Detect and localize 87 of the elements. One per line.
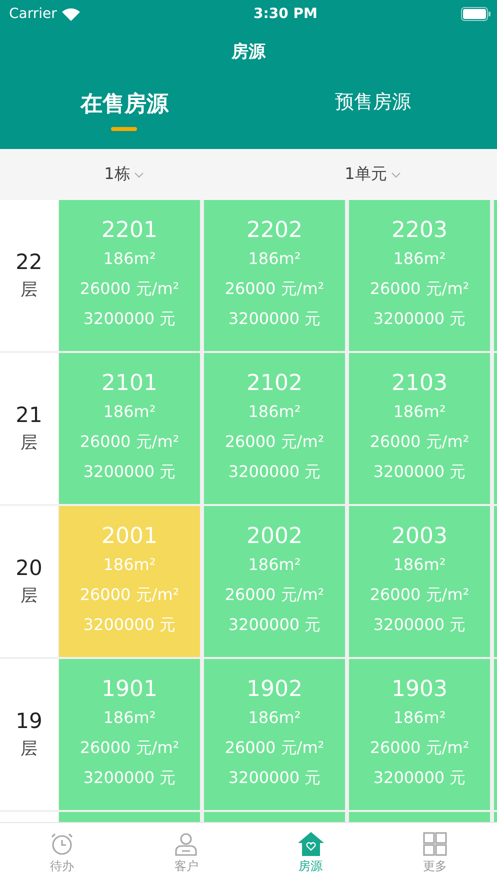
unit-cell[interactable]: 1902 186m² 26000 元/m² 3200000 元	[204, 659, 345, 810]
unit-area: 186m²	[248, 704, 301, 732]
unit-area: 186m²	[103, 551, 156, 579]
total-price: 3200000 元	[228, 614, 321, 636]
carrier-label: Carrier	[9, 6, 57, 22]
unit-cell[interactable]: 2203 186m² 26000 元/m² 3200000 元	[349, 200, 490, 351]
unit-price: 26000 元/m²	[80, 584, 180, 606]
unit-number: 2201	[102, 218, 158, 243]
total-price: 3200000 元	[373, 767, 466, 789]
unit-cell[interactable]: 2003 186m² 26000 元/m² 3200000 元	[349, 506, 490, 657]
unit-number: 1902	[246, 677, 302, 702]
total-price: 3200000 元	[83, 308, 176, 330]
battery-icon	[461, 7, 491, 21]
page-title: 房源	[230, 41, 267, 63]
unit-cell[interactable]: 2002 186m² 26000 元/m² 3200000 元	[204, 506, 345, 657]
unit-area: 186m²	[393, 398, 446, 426]
unit-cell[interactable]: 2102 186m² 26000 元/m² 3200000 元	[204, 353, 345, 504]
chevron-down-icon	[390, 172, 401, 178]
unit-area: 186m²	[393, 245, 446, 273]
unit-cell[interactable]: 2103 186m² 26000 元/m² 3200000 元	[349, 353, 490, 504]
tab-bar-item[interactable]: 更多	[372, 823, 497, 883]
total-price: 3200000 元	[228, 461, 321, 483]
unit-price: 26000 元/m²	[80, 431, 180, 453]
unit-area: 186m²	[248, 398, 301, 426]
unit-number: 2103	[392, 371, 448, 396]
unit-price: 26000 元/m²	[224, 278, 324, 300]
total-price: 3200000 元	[83, 767, 176, 789]
house-heart-icon	[296, 831, 325, 857]
unit-cell[interactable]: 1901 186m² 26000 元/m² 3200000 元	[59, 659, 200, 810]
unit-price: 26000 元/m²	[224, 431, 324, 453]
floor-unit-label: 层	[20, 279, 38, 301]
unit-area: 186m²	[393, 704, 446, 732]
tab[interactable]: 预售房源	[248, 89, 497, 131]
floor-unit-label: 层	[20, 432, 38, 454]
unit-price: 26000 元/m²	[370, 737, 470, 759]
tab[interactable]: 在售房源	[0, 89, 248, 131]
unit-cell[interactable]: 1903 186m² 26000 元/m² 3200000 元	[349, 659, 490, 810]
floor-unit-label: 层	[20, 738, 38, 760]
unit-number: 2003	[392, 524, 448, 549]
total-price: 3200000 元	[228, 308, 321, 330]
unit-area: 186m²	[103, 704, 156, 732]
total-price: 3200000 元	[83, 614, 176, 636]
unit-number: 2202	[246, 218, 302, 243]
floor-number: 21	[16, 403, 42, 427]
unit-number: 2001	[102, 524, 158, 549]
unit-price: 26000 元/m²	[80, 737, 180, 759]
person-icon	[173, 831, 200, 857]
unit-area: 186m²	[248, 245, 301, 273]
unit-price: 26000 元/m²	[370, 584, 470, 606]
unit-number: 2101	[102, 371, 158, 396]
floor-number: 20	[16, 556, 42, 580]
floor-number: 19	[16, 709, 42, 733]
unit-price: 26000 元/m²	[370, 278, 470, 300]
unit-number: 2002	[246, 524, 302, 549]
tab-bar-item[interactable]: 房源	[248, 823, 373, 883]
floor-unit-label: 层	[20, 585, 38, 607]
total-price: 3200000 元	[83, 461, 176, 483]
dropdown-button[interactable]: 1栋	[0, 163, 248, 186]
unit-area: 186m²	[248, 551, 301, 579]
unit-number: 2102	[246, 371, 302, 396]
unit-cell[interactable]: 2001 186m² 26000 元/m² 3200000 元	[59, 506, 200, 657]
unit-price: 26000 元/m²	[224, 737, 324, 759]
unit-cell[interactable]: 2101 186m² 26000 元/m² 3200000 元	[59, 353, 200, 504]
unit-cell[interactable]: 2201 186m² 26000 元/m² 3200000 元	[59, 200, 200, 351]
total-price: 3200000 元	[373, 308, 466, 330]
chevron-down-icon	[134, 172, 144, 178]
grid-icon	[422, 831, 448, 857]
alarm-clock-icon	[49, 831, 76, 857]
tab-bar-item[interactable]: 客户	[124, 823, 248, 883]
clock-time: 3:30 PM	[254, 6, 318, 22]
unit-area: 186m²	[103, 398, 156, 426]
unit-area: 186m²	[393, 551, 446, 579]
unit-number: 2203	[392, 218, 448, 243]
tab-bar-item[interactable]: 待办	[0, 823, 124, 883]
dropdown-button[interactable]: 1单元	[248, 163, 497, 186]
total-price: 3200000 元	[373, 461, 466, 483]
unit-number: 1901	[102, 677, 158, 702]
unit-price: 26000 元/m²	[224, 584, 324, 606]
floor-number: 22	[16, 250, 42, 274]
wifi-icon	[62, 8, 80, 20]
unit-number: 1903	[392, 677, 448, 702]
total-price: 3200000 元	[373, 614, 466, 636]
total-price: 3200000 元	[228, 767, 321, 789]
unit-area: 186m²	[103, 245, 156, 273]
unit-cell[interactable]: 2202 186m² 26000 元/m² 3200000 元	[204, 200, 345, 351]
unit-price: 26000 元/m²	[80, 278, 180, 300]
unit-price: 26000 元/m²	[370, 431, 470, 453]
